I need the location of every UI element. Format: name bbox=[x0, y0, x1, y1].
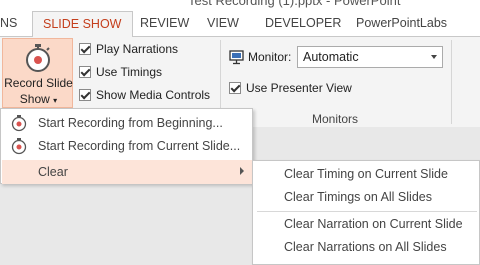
record-slide-show-button[interactable]: Record Slide Show ▾ bbox=[2, 38, 73, 108]
menu-item-label: Start Recording from Beginning... bbox=[38, 116, 223, 130]
monitor-icon bbox=[229, 50, 244, 65]
dropdown-arrow-icon bbox=[431, 55, 437, 59]
tab-developer[interactable]: DEVELOPER bbox=[265, 11, 341, 36]
menu-item-start-from-beginning[interactable]: Start Recording from Beginning... bbox=[2, 111, 252, 135]
clear-submenu: Clear Timing on Current Slide Clear Timi… bbox=[252, 160, 480, 265]
menu-item-start-from-current[interactable]: Start Recording from Current Slide... bbox=[2, 134, 252, 158]
menu-item-clear-timing-current[interactable]: Clear Timing on Current Slide bbox=[284, 167, 448, 187]
menu-item-clear-narrations-all[interactable]: Clear Narrations on All Slides bbox=[284, 240, 447, 260]
tab-slide-show[interactable]: SLIDE SHOW bbox=[32, 11, 133, 38]
menu-item-label: Start Recording from Current Slide... bbox=[38, 139, 241, 153]
stopwatch-record-icon bbox=[26, 44, 50, 72]
monitor-select[interactable]: Automatic bbox=[297, 46, 443, 68]
record-from-beginning-icon bbox=[11, 115, 27, 132]
group-divider bbox=[451, 40, 452, 124]
title-bar: Test Recording (1).pptx - PowerPoint bbox=[0, 0, 480, 11]
tab-powerpointlabs[interactable]: PowerPointLabs bbox=[356, 11, 447, 36]
use-timings-label: Use Timings bbox=[96, 65, 163, 79]
menu-item-clear-narration-current[interactable]: Clear Narration on Current Slide bbox=[284, 217, 463, 237]
tab-animations[interactable]: NS bbox=[0, 11, 17, 36]
record-slide-show-menu: Start Recording from Beginning... Start … bbox=[0, 108, 253, 184]
window-title: Test Recording (1).pptx - PowerPoint bbox=[188, 0, 401, 8]
checkbox-checked-icon bbox=[229, 82, 241, 94]
monitor-label: Monitor: bbox=[248, 50, 292, 64]
tab-view[interactable]: VIEW bbox=[207, 11, 239, 36]
monitors-group-label: Monitors bbox=[312, 112, 359, 126]
show-media-controls-label: Show Media Controls bbox=[96, 88, 211, 102]
checkbox-checked-icon bbox=[79, 43, 91, 55]
use-presenter-view-label: Use Presenter View bbox=[246, 81, 352, 95]
ribbon-tabs: NS SLIDE SHOW REVIEW VIEW DEVELOPER Powe… bbox=[0, 11, 480, 38]
play-narrations-label: Play Narrations bbox=[96, 42, 179, 56]
monitor-select-value: Automatic bbox=[303, 50, 359, 64]
tab-review[interactable]: REVIEW bbox=[140, 11, 189, 36]
checkbox-checked-icon bbox=[79, 89, 91, 101]
menu-item-label: Clear bbox=[38, 165, 68, 179]
record-slide-show-label-1: Record Slide bbox=[4, 76, 73, 90]
record-from-current-icon bbox=[11, 138, 27, 155]
menu-item-clear-timings-all[interactable]: Clear Timings on All Slides bbox=[284, 190, 432, 210]
chevron-down-icon: ▾ bbox=[53, 96, 58, 105]
record-slide-show-label-2: Show bbox=[19, 92, 50, 106]
submenu-arrow-icon bbox=[240, 167, 244, 175]
menu-separator bbox=[257, 211, 477, 212]
menu-item-clear[interactable]: Clear bbox=[2, 160, 252, 184]
checkbox-checked-icon bbox=[79, 66, 91, 78]
